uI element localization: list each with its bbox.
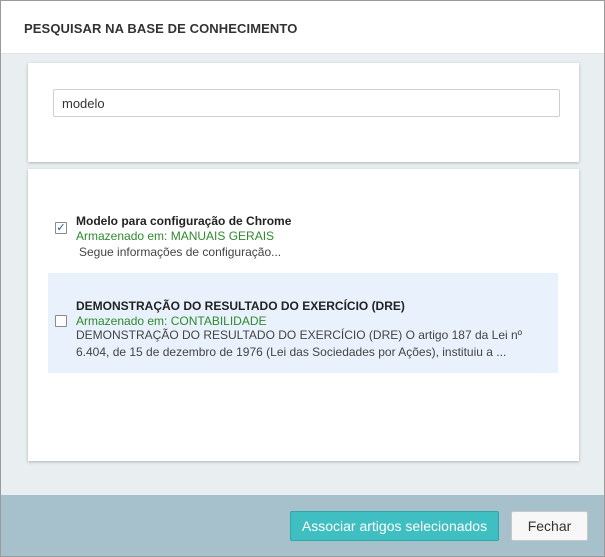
dialog-footer: Associar artigos selecionados Fechar (1, 495, 604, 556)
results-panel: ✓ Modelo para configuração de Chrome Arm… (28, 169, 579, 461)
result-title: DEMONSTRAÇÃO DO RESULTADO DO EXERCÍCIO (… (76, 299, 405, 313)
checkmark-icon: ✓ (56, 222, 66, 234)
knowledge-base-search-dialog: PESQUISAR NA BASE DE CONHECIMENTO ✓ Mode… (0, 0, 605, 557)
result-snippet: DEMONSTRAÇÃO DO RESULTADO DO EXERCÍCIO (… (76, 328, 523, 359)
result-item[interactable]: ✓ Modelo para configuração de Chrome Arm… (48, 209, 558, 269)
result-snippet: Segue informações de configuração... (79, 245, 282, 259)
associate-selected-button[interactable]: Associar artigos selecionados (290, 511, 499, 541)
search-input[interactable] (53, 89, 560, 117)
result-checkbox[interactable]: ✓ (55, 222, 67, 234)
close-button[interactable]: Fechar (511, 511, 588, 541)
search-panel (28, 63, 579, 162)
dialog-header: PESQUISAR NA BASE DE CONHECIMENTO (1, 1, 604, 54)
result-item[interactable]: DEMONSTRAÇÃO DO RESULTADO DO EXERCÍCIO (… (48, 273, 558, 373)
result-title: Modelo para configuração de Chrome (76, 214, 292, 228)
dialog-title: PESQUISAR NA BASE DE CONHECIMENTO (24, 21, 298, 36)
result-checkbox[interactable] (55, 315, 67, 327)
result-location: Armazenado em: MANUAIS GERAIS (76, 229, 275, 243)
result-location: Armazenado em: CONTABILIDADE (76, 314, 267, 328)
